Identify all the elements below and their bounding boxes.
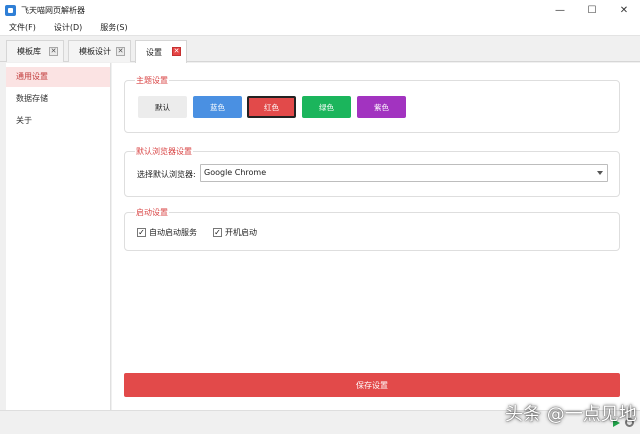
minimize-button[interactable]: —	[544, 0, 576, 20]
tab-label: 设置	[146, 47, 162, 57]
sidebar-item-general[interactable]: 通用设置	[6, 67, 110, 87]
theme-group-title: 主题设置	[135, 75, 169, 86]
auto-start-service-checkbox[interactable]: ✓ 自动启动服务	[137, 227, 197, 238]
browser-group-title: 默认浏览器设置	[135, 146, 193, 157]
menu-bar: 文件(F) 设计(D) 服务(S)	[0, 20, 640, 36]
tab-close-icon[interactable]: ✕	[49, 47, 58, 56]
tab-label: 模板库	[17, 47, 41, 56]
settings-sidebar: 通用设置 数据存储 关于	[6, 63, 111, 410]
save-settings-button[interactable]: 保存设置	[124, 373, 620, 397]
theme-default-button[interactable]: 默认	[138, 96, 187, 118]
sidebar-item-storage[interactable]: 数据存储	[6, 89, 110, 109]
tab-bar: 模板库 ✕ 模板设计 ✕ 设置 ✕	[0, 36, 640, 63]
window-controls: — ☐ ✕	[544, 0, 640, 20]
menu-service[interactable]: 服务(S)	[91, 20, 136, 36]
window-title: 飞天喵网页解析器	[21, 5, 85, 15]
menu-design[interactable]: 设计(D)	[45, 20, 91, 36]
browser-select-value: Google Chrome	[204, 168, 267, 177]
launch-on-boot-checkbox[interactable]: ✓ 开机启动	[213, 227, 257, 238]
checkmark-icon[interactable]: ✓	[213, 228, 222, 237]
tab-template-design[interactable]: 模板设计 ✕	[68, 40, 131, 62]
checkmark-icon[interactable]: ✓	[137, 228, 146, 237]
settings-content: 主题设置 默认 蓝色 红色 绿色 紫色 默认浏览器设置 选择默认浏览器: Goo…	[112, 63, 640, 410]
app-icon	[5, 4, 16, 16]
maximize-button[interactable]: ☐	[576, 0, 608, 20]
browser-select-label: 选择默认浏览器:	[137, 170, 196, 179]
watermark-text: 头条 @一点见地	[505, 404, 637, 425]
theme-blue-button[interactable]: 蓝色	[193, 96, 242, 118]
startup-group: 启动设置 ✓ 自动启动服务 ✓ 开机启动	[124, 207, 620, 251]
sidebar-item-about[interactable]: 关于	[6, 111, 110, 131]
auto-start-service-label: 自动启动服务	[149, 228, 197, 237]
theme-red-button[interactable]: 红色	[247, 96, 296, 118]
startup-group-title: 启动设置	[135, 207, 169, 218]
tab-label: 模板设计	[79, 47, 111, 56]
launch-on-boot-label: 开机启动	[225, 228, 257, 237]
menu-file[interactable]: 文件(F)	[0, 20, 45, 36]
title-bar: 飞天喵网页解析器 — ☐ ✕	[0, 0, 640, 20]
tab-close-icon[interactable]: ✕	[116, 47, 125, 56]
tab-template-library[interactable]: 模板库 ✕	[6, 40, 64, 62]
browser-group: 默认浏览器设置 选择默认浏览器: Google Chrome	[124, 146, 620, 197]
theme-group: 主题设置 默认 蓝色 红色 绿色 紫色	[124, 75, 620, 133]
close-window-button[interactable]: ✕	[608, 0, 640, 20]
chevron-down-icon	[597, 171, 603, 175]
tab-settings[interactable]: 设置 ✕	[135, 40, 187, 63]
theme-green-button[interactable]: 绿色	[302, 96, 351, 118]
theme-purple-button[interactable]: 紫色	[357, 96, 406, 118]
tab-close-icon[interactable]: ✕	[172, 47, 181, 56]
browser-select[interactable]: Google Chrome	[200, 164, 608, 182]
